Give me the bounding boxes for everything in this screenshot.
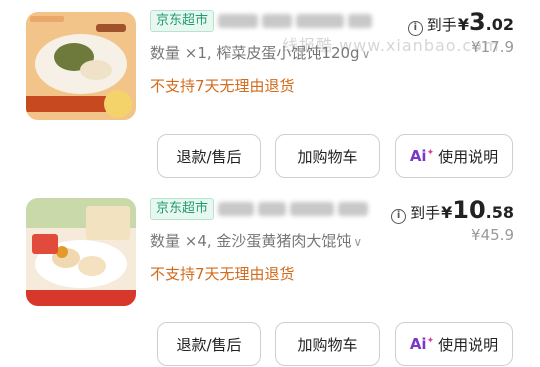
user-manual-label: 使用说明	[438, 147, 499, 166]
user-manual-label: 使用说明	[438, 335, 499, 354]
order-item: 京东超市 i 到手 ¥ 10 .58 ¥45.9 数量 ×4, 金沙蛋黄猪肉大馄…	[0, 188, 540, 367]
ai-icon: Ai✦	[409, 335, 435, 353]
user-manual-button[interactable]: Ai✦ 使用说明	[395, 134, 513, 178]
product-thumbnail[interactable]	[26, 12, 136, 120]
return-notice: 不支持7天无理由退货	[150, 265, 295, 283]
return-notice: 不支持7天无理由退货	[150, 77, 295, 95]
store-badge: 京东超市	[150, 198, 215, 220]
price-integer: 10	[452, 196, 486, 224]
price-integer: 3	[468, 8, 486, 36]
chevron-down-icon: ∨	[361, 47, 371, 61]
order-item: 京东超市 i 到手 ¥ 3 .02 ¥17.9 数量 ×1, 榨菜皮蛋小馄饨12…	[0, 0, 540, 184]
product-image	[26, 198, 136, 306]
price-prefix: 到手	[410, 204, 441, 222]
user-manual-button[interactable]: Ai✦ 使用说明	[395, 322, 513, 366]
price-decimal: .02	[485, 15, 514, 34]
quantity-spec-text: 数量 ×4, 金沙蛋黄猪肉大馄饨	[150, 232, 352, 250]
price-currency: ¥	[457, 15, 469, 34]
refund-after-sale-button[interactable]: 退款/售后	[157, 322, 261, 366]
quantity-spec[interactable]: 数量 ×1, 榨菜皮蛋小馄饨120g ∨	[150, 42, 400, 63]
product-title-blurred[interactable]	[218, 200, 378, 218]
quantity-spec-text: 数量 ×1, 榨菜皮蛋小馄饨120g	[150, 44, 360, 62]
info-icon[interactable]: i	[391, 209, 407, 224]
store-badge: 京东超市	[150, 10, 215, 32]
price-currency: ¥	[441, 203, 453, 222]
quantity-spec[interactable]: 数量 ×4, 金沙蛋黄猪肉大馄饨 ∨	[150, 230, 400, 251]
price-decimal: .58	[485, 203, 514, 222]
product-title-blurred[interactable]	[218, 12, 378, 30]
product-image	[26, 12, 136, 120]
chevron-down-icon: ∨	[353, 235, 363, 249]
refund-after-sale-button[interactable]: 退款/售后	[157, 134, 261, 178]
price-prefix: 到手	[426, 16, 457, 34]
info-icon[interactable]: i	[407, 21, 423, 36]
ai-icon: Ai✦	[409, 147, 435, 165]
add-to-cart-button[interactable]: 加购物车	[275, 322, 380, 366]
product-thumbnail[interactable]	[26, 198, 136, 306]
add-to-cart-button[interactable]: 加购物车	[275, 134, 380, 178]
